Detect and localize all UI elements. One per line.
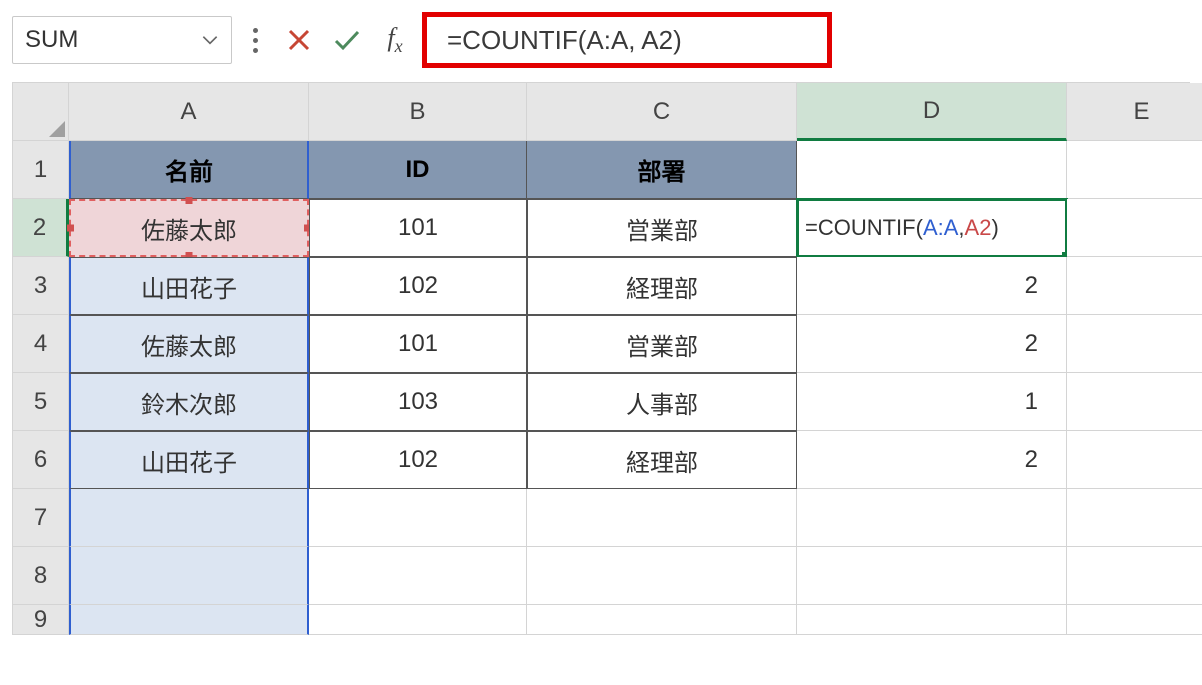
col-header-A[interactable]: A: [69, 83, 309, 141]
cell-C5[interactable]: 人事部: [527, 373, 797, 431]
cell-D9[interactable]: [797, 605, 1067, 635]
cell-C8[interactable]: [527, 547, 797, 605]
formula-suffix: ): [991, 215, 998, 241]
cell-A4[interactable]: 佐藤太郎: [69, 315, 309, 373]
cell-C9[interactable]: [527, 605, 797, 635]
name-box-value: SUM: [25, 26, 201, 54]
cell-C2[interactable]: 営業部: [527, 199, 797, 257]
cell-E9[interactable]: [1067, 605, 1202, 635]
cell-B2[interactable]: 101: [309, 199, 527, 257]
formula-range-token: A:A: [923, 215, 958, 241]
cell-A1[interactable]: 名前: [69, 141, 309, 199]
col-header-C[interactable]: C: [527, 83, 797, 141]
row-header-3[interactable]: 3: [13, 257, 69, 315]
confirm-icon: [333, 28, 361, 52]
cell-B5[interactable]: 103: [309, 373, 527, 431]
row-header-5[interactable]: 5: [13, 373, 69, 431]
cell-B7[interactable]: [309, 489, 527, 547]
cell-C3[interactable]: 経理部: [527, 257, 797, 315]
cell-B4[interactable]: 101: [309, 315, 527, 373]
cell-A8[interactable]: [69, 547, 309, 605]
cell-E3[interactable]: [1067, 257, 1202, 315]
cell-A6[interactable]: 山田花子: [69, 431, 309, 489]
cell-D2-editing[interactable]: =COUNTIF(A:A, A2): [797, 199, 1067, 257]
cell-D4[interactable]: 2: [797, 315, 1067, 373]
cell-A3[interactable]: 山田花子: [69, 257, 309, 315]
formula-bar: SUM fx =COUNTIF(A:A, A2): [12, 12, 1190, 68]
cell-B3[interactable]: 102: [309, 257, 527, 315]
cancel-icon: [287, 28, 311, 52]
formula-bar-input[interactable]: =COUNTIF(A:A, A2): [422, 12, 832, 68]
row-header-9[interactable]: 9: [13, 605, 69, 635]
cell-D7[interactable]: [797, 489, 1067, 547]
cell-D8[interactable]: [797, 547, 1067, 605]
insert-function-button[interactable]: fx: [374, 19, 416, 61]
spreadsheet-grid[interactable]: A B C D E 1 名前 ID 部署 2 佐藤太郎 101 営業部 =COU…: [12, 82, 1190, 635]
confirm-button[interactable]: [326, 19, 368, 61]
cell-C7[interactable]: [527, 489, 797, 547]
cell-E8[interactable]: [1067, 547, 1202, 605]
cell-B9[interactable]: [309, 605, 527, 635]
cell-D6[interactable]: 2: [797, 431, 1067, 489]
cell-C6[interactable]: 経理部: [527, 431, 797, 489]
formula-text: =COUNTIF(A:A, A2): [447, 25, 682, 56]
cell-E1[interactable]: [1067, 141, 1202, 199]
row-header-7[interactable]: 7: [13, 489, 69, 547]
cancel-button[interactable]: [278, 19, 320, 61]
cell-E2[interactable]: [1067, 199, 1202, 257]
cell-A2[interactable]: 佐藤太郎: [69, 199, 309, 257]
cell-B8[interactable]: [309, 547, 527, 605]
row-header-1[interactable]: 1: [13, 141, 69, 199]
col-header-E[interactable]: E: [1067, 83, 1202, 141]
formula-prefix: =COUNTIF(: [805, 215, 923, 241]
cell-value: 佐藤太郎: [141, 211, 237, 246]
formula-cellref-token: A2: [965, 215, 992, 241]
row-header-4[interactable]: 4: [13, 315, 69, 373]
cell-C4[interactable]: 営業部: [527, 315, 797, 373]
cell-B6[interactable]: 102: [309, 431, 527, 489]
cell-A7[interactable]: [69, 489, 309, 547]
row-header-6[interactable]: 6: [13, 431, 69, 489]
cell-E7[interactable]: [1067, 489, 1202, 547]
select-all-corner[interactable]: [13, 83, 69, 141]
cell-E6[interactable]: [1067, 431, 1202, 489]
cell-D3[interactable]: 2: [797, 257, 1067, 315]
cell-E5[interactable]: [1067, 373, 1202, 431]
cell-A5[interactable]: 鈴木次郎: [69, 373, 309, 431]
cell-D1[interactable]: [797, 141, 1067, 199]
col-header-D[interactable]: D: [797, 83, 1067, 141]
chevron-down-icon[interactable]: [201, 35, 219, 45]
name-box[interactable]: SUM: [12, 16, 232, 64]
cell-E4[interactable]: [1067, 315, 1202, 373]
cell-C1[interactable]: 部署: [527, 141, 797, 199]
cell-D5[interactable]: 1: [797, 373, 1067, 431]
more-handle-icon[interactable]: [244, 28, 266, 53]
row-header-8[interactable]: 8: [13, 547, 69, 605]
fx-icon: fx: [387, 23, 402, 57]
cell-B1[interactable]: ID: [309, 141, 527, 199]
col-header-B[interactable]: B: [309, 83, 527, 141]
row-header-2[interactable]: 2: [13, 199, 69, 257]
cell-A9[interactable]: [69, 605, 309, 635]
